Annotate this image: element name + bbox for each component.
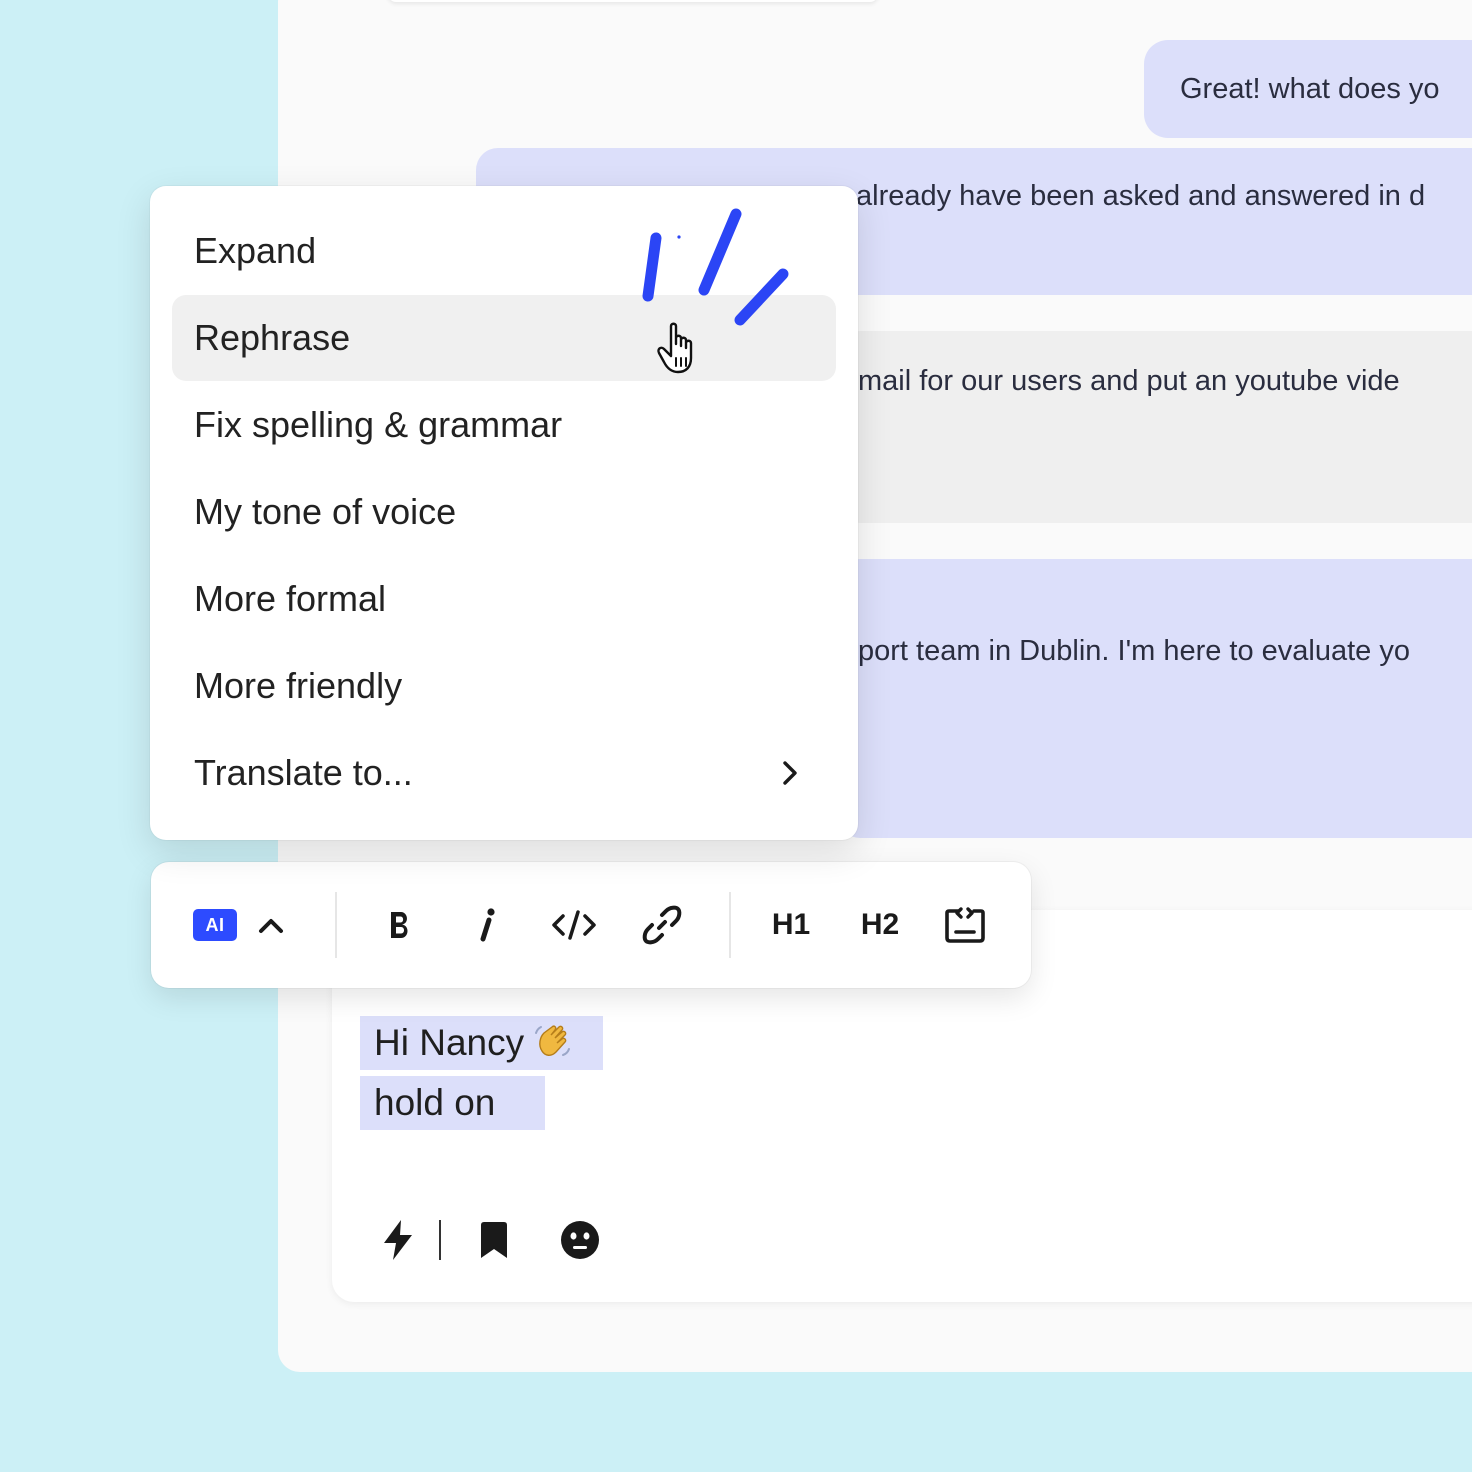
bold-button[interactable] <box>377 895 423 955</box>
menu-item-more-formal[interactable]: More formal <box>172 556 836 642</box>
menu-item-translate-to[interactable]: Translate to... <box>172 730 836 816</box>
menu-item-label: Expand <box>194 230 317 271</box>
bold-icon <box>391 912 408 938</box>
message-bubble: port team in Dublin. I'm here to evaluat… <box>840 559 1472 838</box>
waving-hand-icon <box>535 1025 571 1056</box>
previous-message <box>388 0 878 2</box>
message-text: port team in Dublin. I'm here to evaluat… <box>858 635 1410 667</box>
message-text: mail for our users and put an youtube vi… <box>858 365 1400 397</box>
ai-menu-toggle[interactable] <box>251 895 291 955</box>
menu-item-expand[interactable]: Expand <box>172 208 836 294</box>
divider <box>729 892 731 958</box>
menu-item-label: Translate to... <box>194 752 413 793</box>
emoji-icon <box>561 1221 599 1259</box>
message-bubble: Great! what does yo <box>1144 40 1472 138</box>
menu-item-my-tone-of-voice[interactable]: My tone of voice <box>172 469 836 555</box>
divider <box>335 892 337 958</box>
italic-icon <box>480 908 495 942</box>
formatting-toolbar: AI H1 H2 <box>151 862 1031 988</box>
heading-1-button[interactable]: H1 <box>765 895 817 955</box>
italic-button[interactable] <box>465 895 509 955</box>
menu-item-label: Rephrase <box>194 317 351 358</box>
chevron-up-icon <box>259 919 283 933</box>
code-block-icon <box>945 907 985 943</box>
link-icon <box>642 905 682 945</box>
lightning-button[interactable] <box>376 1214 420 1266</box>
menu-item-more-friendly[interactable]: More friendly <box>172 643 836 729</box>
ai-button[interactable]: AI <box>193 895 237 955</box>
emoji-button[interactable] <box>558 1214 602 1266</box>
heading-2-button[interactable]: H2 <box>853 895 907 955</box>
draft-text: Hi Nancy <box>374 1022 525 1063</box>
bookmark-icon <box>481 1222 507 1258</box>
draft-text: hold on <box>374 1082 496 1123</box>
menu-item-label: More friendly <box>194 665 403 706</box>
code-button[interactable] <box>549 895 599 955</box>
ai-badge: AI <box>193 909 237 941</box>
message-text: already have been asked and answered in … <box>856 180 1426 212</box>
ai-actions-menu: Expand Rephrase Fix spelling & grammar M… <box>150 186 858 840</box>
menu-item-label: My tone of voice <box>194 491 457 532</box>
message-bubble: mail for our users and put an youtube vi… <box>840 331 1472 523</box>
menu-item-label: More formal <box>194 578 387 619</box>
divider <box>439 1220 441 1260</box>
menu-item-fix-spelling-grammar[interactable]: Fix spelling & grammar <box>172 382 836 468</box>
menu-item-rephrase[interactable]: Rephrase <box>172 295 836 381</box>
draft-line[interactable]: hold on <box>360 1076 545 1130</box>
insert-block-button[interactable] <box>943 895 987 955</box>
menu-item-label: Fix spelling & grammar <box>194 404 563 445</box>
message-text: Great! what does yo <box>1180 73 1440 105</box>
hand-cursor-icon <box>657 322 693 374</box>
lightning-icon <box>384 1220 412 1260</box>
chevron-right-icon <box>783 761 797 785</box>
code-icon <box>552 910 596 940</box>
link-button[interactable] <box>639 895 685 955</box>
saved-replies-button[interactable] <box>472 1214 516 1266</box>
draft-line[interactable]: Hi Nancy <box>360 1016 603 1070</box>
